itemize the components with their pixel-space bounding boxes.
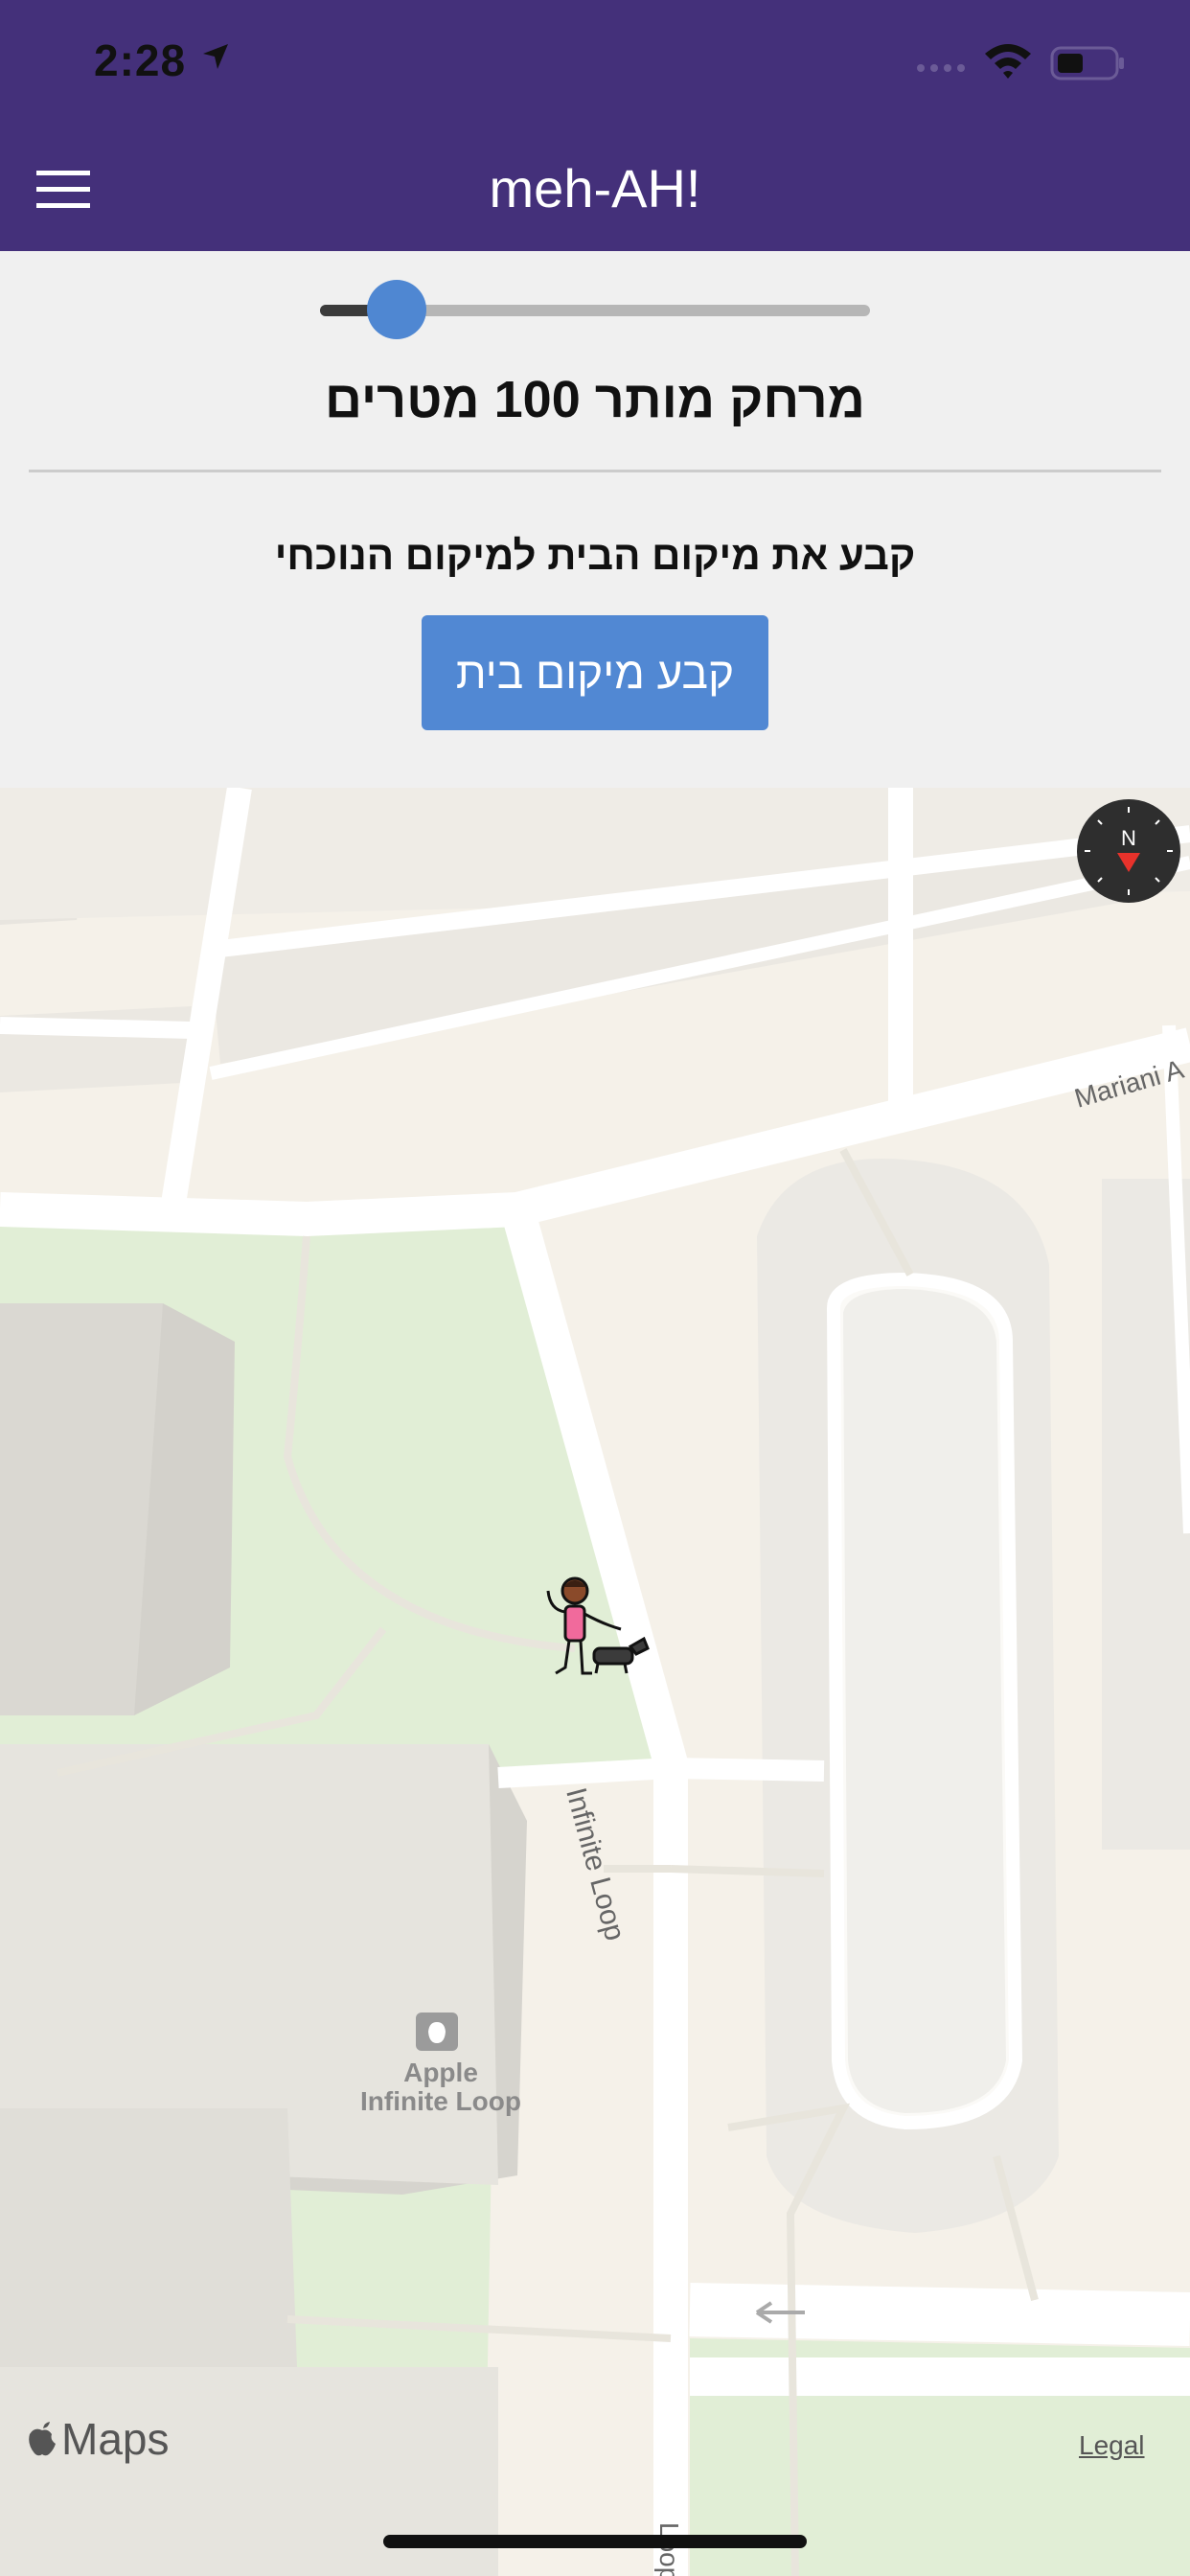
- status-time: 2:28: [94, 35, 187, 85]
- home-indicator: [383, 2535, 807, 2548]
- set-home-button[interactable]: קבע מיקום בית: [422, 615, 768, 730]
- distance-slider[interactable]: [320, 280, 870, 339]
- maps-attribution: Maps: [27, 2413, 169, 2465]
- compass-icon[interactable]: N: [1075, 797, 1182, 905]
- street-label-loop: Loop: [654, 2522, 684, 2576]
- app-title: meh-AH!: [489, 158, 701, 218]
- divider: [29, 470, 1161, 472]
- cellular-signal-icon: [917, 64, 965, 72]
- distance-label: מרחק מותר 100 מטרים: [325, 371, 865, 428]
- apple-logo-icon: [29, 2422, 56, 2456]
- slider-thumb[interactable]: [367, 280, 427, 339]
- walking-person-with-dog-icon[interactable]: [537, 1572, 652, 1706]
- location-arrow-icon: [203, 44, 228, 69]
- poi-label-apple: Apple Infinite Loop: [326, 2058, 556, 2116]
- legal-link[interactable]: Legal: [1079, 2430, 1145, 2461]
- poi-label-line1: Apple: [403, 2058, 478, 2087]
- app-header: 2:28 meh-AH!: [0, 0, 1190, 251]
- battery-icon: [1050, 46, 1124, 80]
- poi-label-line2: Infinite Loop: [360, 2086, 521, 2116]
- maps-label: Maps: [61, 2414, 170, 2464]
- home-instruction: קבע את מיקום הבית למיקום הנוכחי: [274, 533, 916, 578]
- compass-letter: N: [1121, 826, 1136, 850]
- wifi-icon: [985, 44, 1031, 79]
